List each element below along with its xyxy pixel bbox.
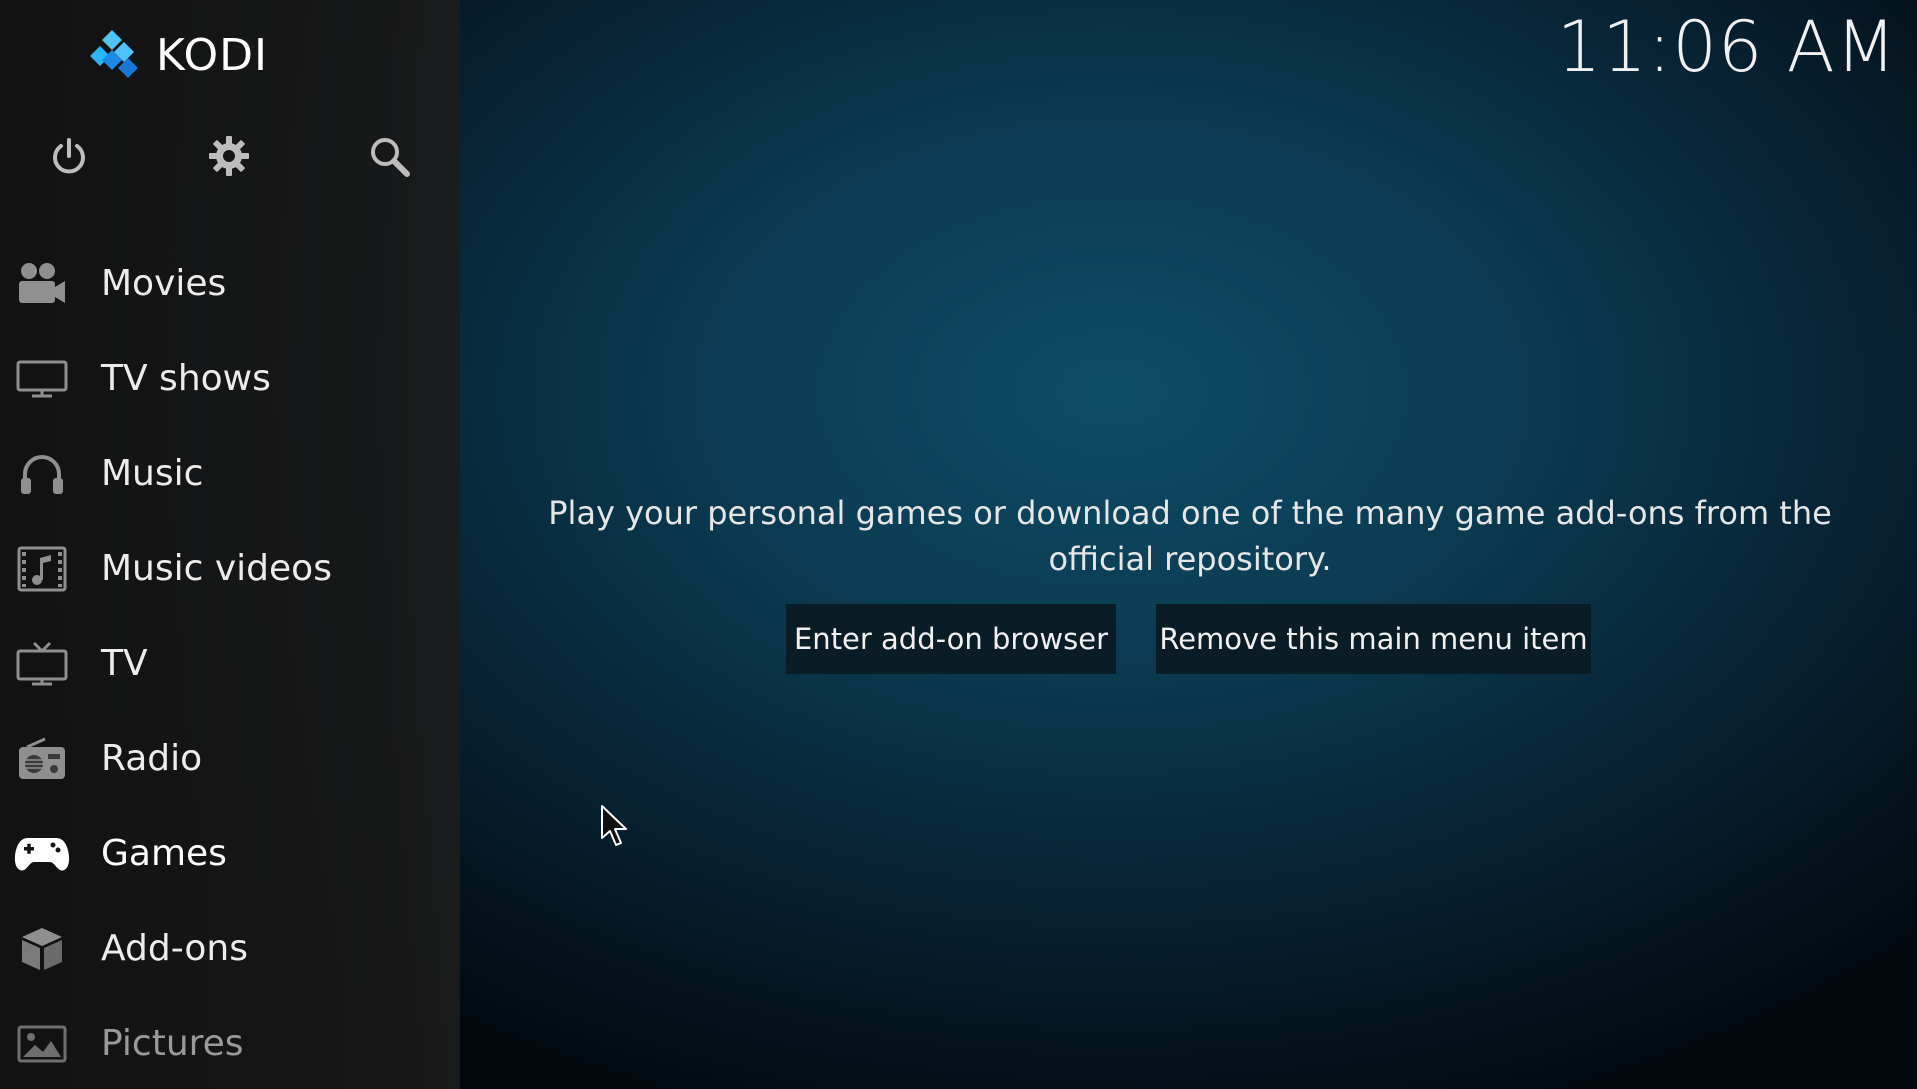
music-icon	[14, 449, 70, 499]
mouse-cursor-icon	[601, 805, 627, 846]
tv-shows-icon	[14, 354, 70, 404]
menu-item-label: Add-ons	[101, 928, 248, 969]
menu-item-games[interactable]: Games	[0, 806, 460, 901]
menu-item-addons[interactable]: Add-ons	[0, 901, 460, 996]
pictures-icon	[14, 1019, 70, 1069]
games-icon	[14, 829, 70, 879]
movies-icon	[14, 259, 70, 309]
logo-text: KODI	[156, 29, 268, 81]
menu-item-music[interactable]: Music	[0, 426, 460, 521]
addons-icon	[14, 924, 70, 974]
search-icon[interactable]	[365, 132, 413, 180]
kodi-logo-icon	[90, 30, 138, 78]
music-videos-icon	[14, 544, 70, 594]
kodi-logo: KODI	[90, 28, 268, 82]
menu-item-label: Pictures	[101, 1023, 244, 1064]
games-info-message: Play your personal games or download one…	[548, 494, 1832, 578]
menu-item-pictures[interactable]: Pictures	[0, 996, 460, 1089]
radio-icon	[14, 734, 70, 784]
remove-menu-item-button[interactable]: Remove this main menu item	[1156, 604, 1591, 674]
menu-item-label: Music	[101, 453, 204, 494]
action-buttons: Enter add-on browser Remove this main me…	[0, 604, 1917, 674]
menu-item-label: TV shows	[101, 358, 271, 399]
menu-item-label: Movies	[101, 263, 227, 304]
menu-item-tv-shows[interactable]: TV shows	[0, 331, 460, 426]
kodi-home-screen: KODI Movies TV shows Music Music videos …	[0, 0, 1917, 1089]
top-icon-bar	[0, 132, 460, 180]
menu-item-movies[interactable]: Movies	[0, 236, 460, 331]
power-icon[interactable]	[45, 132, 93, 180]
menu-item-music-videos[interactable]: Music videos	[0, 521, 460, 616]
menu-item-label: Radio	[101, 738, 203, 779]
sidebar: KODI Movies TV shows Music Music videos …	[0, 0, 460, 1089]
settings-icon[interactable]	[205, 132, 253, 180]
clock: 11:06 AM	[1556, 6, 1897, 88]
menu-item-radio[interactable]: Radio	[0, 711, 460, 806]
enter-addon-browser-button[interactable]: Enter add-on browser	[786, 604, 1116, 674]
menu-item-label: Music videos	[101, 548, 332, 589]
menu-item-label: Games	[101, 833, 227, 874]
